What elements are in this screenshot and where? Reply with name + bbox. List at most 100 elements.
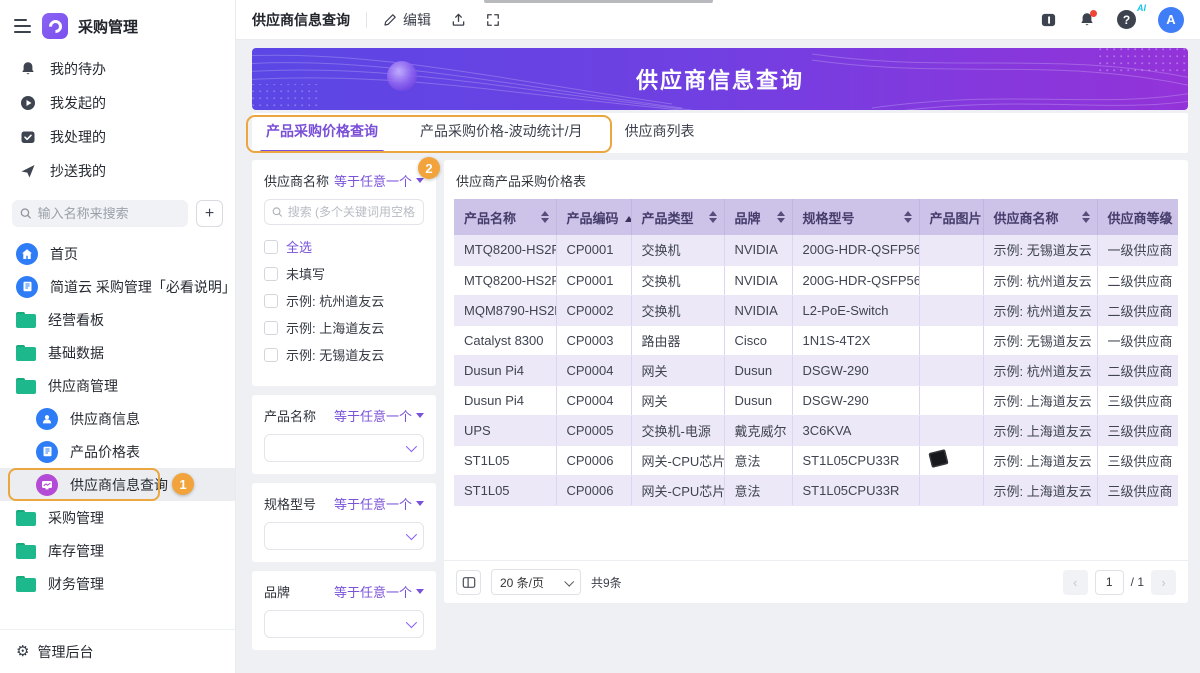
sidebar-search-input[interactable] [38, 206, 180, 221]
filter-option[interactable]: 示例: 上海道友云 [264, 314, 424, 341]
sidebar-item-supplier-query[interactable]: 供应商信息查询 1 [0, 468, 235, 501]
sidebar-item-supplier-management[interactable]: 供应商管理 [0, 369, 235, 402]
filter-option[interactable]: 未填写 [264, 260, 424, 287]
table-row[interactable]: Catalyst 8300CP0003路由器Cisco1N1S-4T2X示例: … [454, 325, 1178, 355]
filter-option[interactable]: 示例: 杭州道友云 [264, 287, 424, 314]
admin-backend-button[interactable]: ⚙ 管理后台 [0, 629, 235, 673]
search-icon [20, 207, 32, 220]
sort-icon[interactable] [1082, 211, 1090, 223]
column-header[interactable]: 产品名称 [454, 199, 556, 235]
checkbox[interactable] [264, 240, 278, 254]
sidebar-item-guide[interactable]: 简道云 采购管理「必看说明」 [0, 270, 235, 303]
table-row[interactable]: MQM8790-HS2RCP0002交换机NVIDIAL2-PoE-Switch… [454, 295, 1178, 325]
sidebar-item-supplier-info[interactable]: 供应商信息 [0, 402, 235, 435]
table-row[interactable]: MTQ8200-HS2FCP0001交换机NVIDIA200G-HDR-QSFP… [454, 265, 1178, 295]
app-title: 采购管理 [78, 16, 138, 37]
filter-supplier-name: 供应商名称 等于任意一个 全选未填写示例: 杭州道友云示例: 上海道友云示例: … [252, 160, 436, 386]
filter-search-input[interactable] [288, 205, 416, 219]
filter-option[interactable]: 全选 [264, 233, 424, 260]
sidebar-item-home[interactable]: 首页 [0, 237, 235, 270]
chevron-down-icon [406, 529, 417, 540]
gear-icon: ⚙ [16, 644, 29, 659]
page-number-input[interactable] [1095, 570, 1124, 595]
table-row[interactable]: Dusun Pi4CP0004网关DusunDSGW-290示例: 杭州道友云二… [454, 355, 1178, 385]
sidebar: 采购管理 我的待办 我发起的 我处理的 抄送我的 + 首页 [0, 0, 236, 673]
checkbox[interactable] [264, 267, 278, 281]
sidebar-item-finance-management[interactable]: 财务管理 [0, 567, 235, 600]
notification-dot [1090, 10, 1097, 17]
filter-operator-dropdown[interactable]: 等于任意一个 [334, 171, 424, 190]
column-header[interactable]: 产品编码 [556, 199, 631, 235]
filter-operator-dropdown[interactable]: 等于任意一个 [334, 494, 424, 513]
sidebar-item-base-data[interactable]: 基础数据 [0, 336, 235, 369]
filter-search-box[interactable] [264, 199, 424, 225]
filter-operator-dropdown[interactable]: 等于任意一个 [334, 406, 424, 425]
page-total: / 1 [1131, 575, 1144, 589]
panel-toggle-button[interactable] [1040, 12, 1057, 28]
document-icon [16, 276, 38, 298]
notifications-button[interactable] [1079, 12, 1095, 28]
banner-title: 供应商信息查询 [636, 63, 804, 95]
sidebar-item-business-boards[interactable]: 经营看板 [0, 303, 235, 336]
triangle-down-icon [416, 413, 424, 418]
sort-icon[interactable] [709, 211, 717, 223]
column-header[interactable]: 产品类型 [631, 199, 724, 235]
column-header[interactable]: 品牌 [724, 199, 792, 235]
table-body: MTQ8200-HS2FCP0001交换机NVIDIA200G-HDR-QSFP… [454, 235, 1178, 505]
table-row[interactable]: UPSCP0005交换机-电源戴克威尔3C6KVA示例: 上海道友云三级供应商 [454, 415, 1178, 445]
filter-brand: 品牌 等于任意一个 [252, 571, 436, 650]
filter-select[interactable] [264, 522, 424, 550]
avatar[interactable]: A [1158, 7, 1184, 33]
app-logo-icon[interactable] [42, 13, 68, 39]
dashboard-icon [36, 474, 58, 496]
table-row[interactable]: MTQ8200-HS2FCP0001交换机NVIDIA200G-HDR-QSFP… [454, 235, 1178, 265]
sidebar-item-inventory-management[interactable]: 库存管理 [0, 534, 235, 567]
filter-panel: 供应商名称 等于任意一个 全选未填写示例: 杭州道友云示例: 上海道友云示例: … [252, 160, 436, 659]
folder-icon [16, 345, 36, 361]
triangle-down-icon [416, 178, 424, 183]
sort-icon[interactable] [541, 211, 549, 223]
sidebar-item-my-todo[interactable]: 我的待办 [0, 52, 235, 86]
option-label: 未填写 [286, 264, 325, 283]
sidebar-item-initiated-by-me[interactable]: 我发起的 [0, 86, 235, 120]
filter-operator-dropdown[interactable]: 等于任意一个 [334, 582, 424, 601]
sidebar-item-purchase-management[interactable]: 采购管理 [0, 501, 235, 534]
column-settings-button[interactable] [456, 570, 481, 595]
sort-icon[interactable] [904, 211, 912, 223]
column-header[interactable]: 供应商等级 [1097, 199, 1178, 235]
edit-button[interactable]: 编辑 [383, 10, 431, 30]
filter-select[interactable] [264, 434, 424, 462]
add-button[interactable]: + [196, 200, 223, 227]
table-title: 供应商产品采购价格表 [456, 171, 1178, 190]
filter-label: 产品名称 [264, 406, 316, 425]
option-label: 示例: 无锡道友云 [286, 345, 384, 364]
filter-select[interactable] [264, 610, 424, 638]
table-row[interactable]: ST1L05CP0006网关-CPU芯片意法ST1L05CPU33R示例: 上海… [454, 445, 1178, 475]
option-label: 示例: 上海道友云 [286, 318, 384, 337]
sidebar-item-cc-to-me[interactable]: 抄送我的 [0, 154, 235, 188]
sidebar-search-box[interactable] [12, 200, 188, 227]
sidebar-item-processed-by-me[interactable]: 我处理的 [0, 120, 235, 154]
checkbox[interactable] [264, 348, 278, 362]
checkbox[interactable] [264, 321, 278, 335]
checkbox[interactable] [264, 294, 278, 308]
tab-product-purchase-price-query[interactable]: 产品采购价格查询 [264, 121, 380, 153]
column-header[interactable]: 规格型号 [792, 199, 919, 235]
help-button[interactable]: ? AI [1117, 10, 1136, 29]
filter-option[interactable]: 示例: 无锡道友云 [264, 341, 424, 368]
tab-price-fluctuation-monthly[interactable]: 产品采购价格-波动统计/月 [418, 121, 585, 153]
table-row[interactable]: ST1L05CP0006网关-CPU芯片意法ST1L05CPU33R示例: 上海… [454, 475, 1178, 505]
table-row[interactable]: Dusun Pi4CP0004网关DusunDSGW-290示例: 上海道友云三… [454, 385, 1178, 415]
sort-icon[interactable] [777, 211, 785, 223]
sidebar-item-product-price-table[interactable]: 产品价格表 [0, 435, 235, 468]
prev-page-button[interactable]: ‹ [1063, 570, 1088, 595]
fullscreen-button[interactable] [486, 13, 500, 27]
next-page-button[interactable]: › [1151, 570, 1176, 595]
share-button[interactable] [451, 12, 466, 27]
product-image [928, 449, 948, 468]
column-header[interactable]: 供应商名称 [983, 199, 1097, 235]
page-size-select[interactable]: 20 条/页 [491, 569, 581, 595]
tab-supplier-list[interactable]: 供应商列表 [623, 121, 697, 153]
sort-icon[interactable] [1163, 211, 1171, 223]
menu-toggle-icon[interactable] [14, 19, 32, 33]
